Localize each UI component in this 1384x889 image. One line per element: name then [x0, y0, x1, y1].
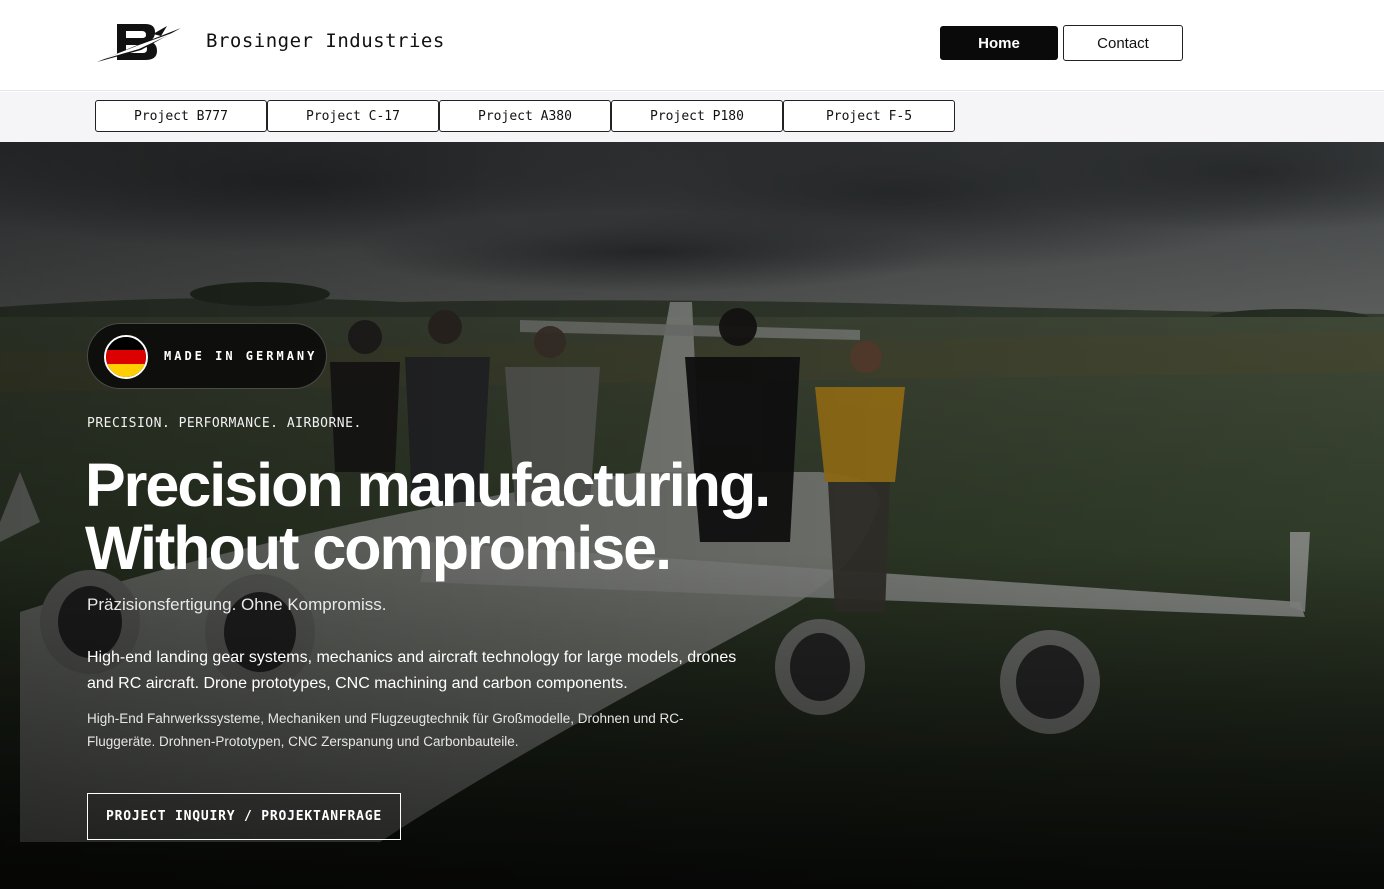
hero-headline-line-1: Precision manufacturing.	[85, 451, 771, 519]
hero-headline: Precision manufacturing. Without comprom…	[85, 451, 771, 582]
home-button[interactable]: Home	[940, 26, 1058, 60]
made-in-germany-badge: MADE IN GERMANY	[87, 323, 327, 389]
brand-name[interactable]: Brosinger Industries	[206, 30, 445, 52]
project-tab-f5[interactable]: Project F-5	[783, 100, 955, 132]
badge-label: MADE IN GERMANY	[164, 349, 318, 363]
hero-tagline: PRECISION. PERFORMANCE. AIRBORNE.	[87, 416, 362, 431]
project-tab-p180[interactable]: Project P180	[611, 100, 783, 132]
project-tab-c17[interactable]: Project C-17	[267, 100, 439, 132]
project-tab-a380[interactable]: Project A380	[439, 100, 611, 132]
project-nav: Project B777 Project C-17 Project A380 P…	[0, 92, 1384, 142]
contact-button[interactable]: Contact	[1063, 25, 1183, 61]
brosinger-logo-icon[interactable]	[95, 20, 183, 65]
project-inquiry-button[interactable]: PROJECT INQUIRY / PROJEKTANFRAGE	[87, 793, 401, 840]
germany-flag-icon	[104, 335, 148, 379]
hero-description-de: High-End Fahrwerkssysteme, Mechaniken un…	[87, 711, 684, 749]
project-tab-b777[interactable]: Project B777	[95, 100, 267, 132]
hero-subtitle-de: Präzisionsfertigung. Ohne Kompromiss.	[87, 595, 387, 614]
hero-description-en: High-end landing gear systems, mechanics…	[87, 649, 737, 692]
hero-section: MADE IN GERMANY PRECISION. PERFORMANCE. …	[0, 142, 1384, 889]
hero-headline-line-2: Without compromise.	[85, 514, 672, 582]
site-header: Brosinger Industries Home Contact	[0, 0, 1384, 91]
